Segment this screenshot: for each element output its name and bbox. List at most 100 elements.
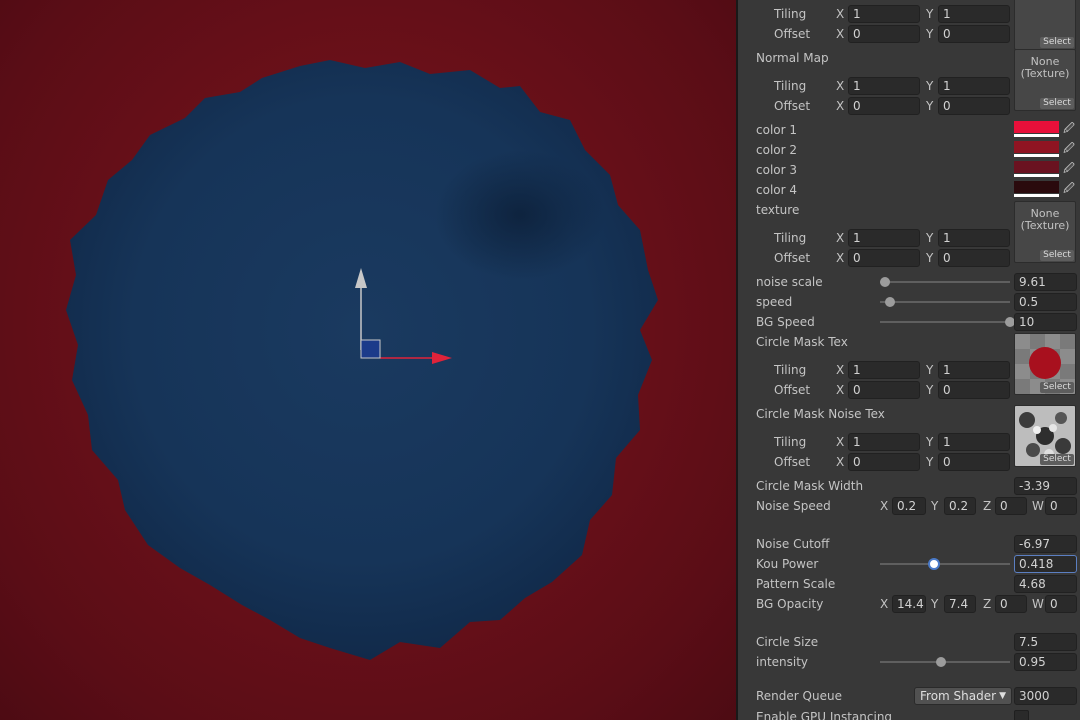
color-4-swatch[interactable] (1014, 181, 1059, 197)
noise-speed-y-field[interactable]: 0.2 (944, 497, 976, 515)
color-3-fill (1014, 161, 1059, 173)
axis-w-label: W (1032, 597, 1044, 611)
circle-mask-tiling-y-field[interactable]: 1 (938, 361, 1010, 379)
noise-speed-z-field[interactable]: 0 (995, 497, 1027, 515)
bg-speed-row: BG Speed 10 (738, 312, 1080, 332)
color-1-alpha-bar (1014, 134, 1059, 137)
scene-render (66, 60, 658, 660)
speed-slider-thumb[interactable] (885, 297, 896, 307)
eyedropper-icon[interactable]: 🖉 (1062, 121, 1076, 137)
color-3-swatch[interactable] (1014, 161, 1059, 177)
axis-x-label: X (836, 363, 845, 377)
color-2-row: color 2 🖉 (738, 140, 1080, 160)
circle-mask-tiling-row: Tiling X 1 Y 1 (738, 360, 1080, 380)
axis-x-label: X (836, 7, 845, 21)
circle-mask-noise-offset-row: Offset X 0 Y 0 (738, 452, 1080, 472)
noise-cutoff-field[interactable]: -6.97 (1014, 535, 1077, 553)
render-queue-mode-text: From Shader (920, 689, 997, 703)
pattern-scale-field[interactable]: 4.68 (1014, 575, 1077, 593)
bg-opacity-x-field[interactable]: 14.4 (892, 595, 926, 613)
axis-x-label: X (880, 499, 889, 513)
noise-blot (1019, 412, 1035, 428)
noise-cutoff-row: Noise Cutoff -6.97 (738, 534, 1080, 554)
axis-y-label: Y (926, 7, 934, 21)
color-1-swatch[interactable] (1014, 121, 1059, 137)
top-tiling-y-field[interactable]: 1 (938, 5, 1010, 23)
intensity-slider-thumb[interactable] (936, 657, 947, 667)
tiling-label: Tiling (774, 363, 807, 377)
noise-speed-x-field[interactable]: 0.2 (892, 497, 926, 515)
circle-mask-offset-row: Offset X 0 Y 0 (738, 380, 1080, 400)
circle-mask-noise-tiling-row: Tiling X 1 Y 1 (738, 432, 1080, 452)
eyedropper-icon[interactable]: 🖉 (1062, 161, 1076, 177)
top-offset-x-field[interactable]: 0 (848, 25, 920, 43)
texture-tiling-y-field[interactable]: 1 (938, 229, 1010, 247)
top-offset-y-field[interactable]: 0 (938, 25, 1010, 43)
scene-view[interactable] (0, 0, 736, 720)
circle-size-row: Circle Size 7.5 (738, 632, 1080, 652)
bg-opacity-w-field[interactable]: 0 (1045, 595, 1077, 613)
gpu-instancing-row: Enable GPU Instancing (738, 707, 1080, 720)
color-2-swatch[interactable] (1014, 141, 1059, 157)
intensity-field[interactable]: 0.95 (1014, 653, 1077, 671)
gpu-instancing-checkbox[interactable] (1014, 710, 1029, 720)
circle-mask-offset-y-field[interactable]: 0 (938, 381, 1010, 399)
noise-scale-slider-track[interactable] (880, 281, 1010, 283)
inspector-panel: Select Tiling X 1 Y 1 Offset X 0 Y 0 Nor… (738, 0, 1080, 720)
circle-mask-noise-offset-y-field[interactable]: 0 (938, 453, 1010, 471)
bg-opacity-row: BG Opacity X 14.4 Y 7.4 Z 0 W 0 (738, 594, 1080, 614)
circle-mask-noise-tiling-x-field[interactable]: 1 (848, 433, 920, 451)
noise-scale-field[interactable]: 9.61 (1014, 273, 1077, 291)
kou-power-slider-track[interactable] (880, 563, 1010, 565)
texture-offset-row: Offset X 0 Y 0 (738, 248, 1080, 268)
speed-field[interactable]: 0.5 (1014, 293, 1077, 311)
render-queue-dropdown[interactable]: From Shader ▼ (914, 687, 1012, 705)
texture-tiling-x-field[interactable]: 1 (848, 229, 920, 247)
bg-speed-slider-track[interactable] (880, 321, 1010, 323)
axis-y-label: Y (931, 597, 939, 611)
axis-y-label: Y (926, 435, 934, 449)
bg-opacity-y-field[interactable]: 7.4 (944, 595, 976, 613)
checker-tile (1015, 334, 1030, 349)
normal-map-tiling-y-field[interactable]: 1 (938, 77, 1010, 95)
circle-mask-noise-tiling-y-field[interactable]: 1 (938, 433, 1010, 451)
render-queue-field[interactable]: 3000 (1014, 687, 1077, 705)
speed-slider-track[interactable] (880, 301, 1010, 303)
kou-power-field[interactable]: 0.418 (1014, 555, 1077, 573)
circle-mask-offset-x-field[interactable]: 0 (848, 381, 920, 399)
tiling-label: Tiling (774, 79, 807, 93)
kou-power-slider-thumb[interactable] (928, 558, 941, 570)
circle-mask-width-label: Circle Mask Width (756, 479, 864, 493)
offset-label: Offset (774, 27, 811, 41)
color-1-row: color 1 🖉 (738, 120, 1080, 140)
pattern-scale-label: Pattern Scale (756, 577, 836, 591)
gizmo-plane-handle[interactable] (360, 339, 381, 359)
offset-label: Offset (774, 99, 811, 113)
circle-mask-noise-offset-x-field[interactable]: 0 (848, 453, 920, 471)
axis-x-label: X (836, 99, 845, 113)
checker-tile (1045, 334, 1060, 349)
noise-speed-row: Noise Speed X 0.2 Y 0.2 Z 0 W 0 (738, 496, 1080, 516)
eyedropper-icon[interactable]: 🖉 (1062, 181, 1076, 197)
normal-map-tiling-x-field[interactable]: 1 (848, 77, 920, 95)
color-4-label: color 4 (756, 183, 797, 197)
bg-opacity-z-field[interactable]: 0 (995, 595, 1027, 613)
noise-scale-slider-thumb[interactable] (880, 277, 891, 287)
color-3-alpha-bar (1014, 174, 1059, 177)
texture-offset-y-field[interactable]: 0 (938, 249, 1010, 267)
axis-y-label: Y (926, 383, 934, 397)
normal-map-offset-x-field[interactable]: 0 (848, 97, 920, 115)
blob-shadow (435, 150, 605, 280)
circle-mask-width-field[interactable]: -3.39 (1014, 477, 1077, 495)
circle-mask-tiling-x-field[interactable]: 1 (848, 361, 920, 379)
texture-offset-x-field[interactable]: 0 (848, 249, 920, 267)
intensity-label: intensity (756, 655, 809, 669)
axis-z-label: Z (983, 597, 992, 611)
top-offset-row: Offset X 0 Y 0 (738, 24, 1080, 44)
normal-map-offset-y-field[interactable]: 0 (938, 97, 1010, 115)
top-tiling-x-field[interactable]: 1 (848, 5, 920, 23)
circle-size-field[interactable]: 7.5 (1014, 633, 1077, 651)
noise-speed-w-field[interactable]: 0 (1045, 497, 1077, 515)
bg-speed-field[interactable]: 10 (1014, 313, 1077, 331)
eyedropper-icon[interactable]: 🖉 (1062, 141, 1076, 157)
